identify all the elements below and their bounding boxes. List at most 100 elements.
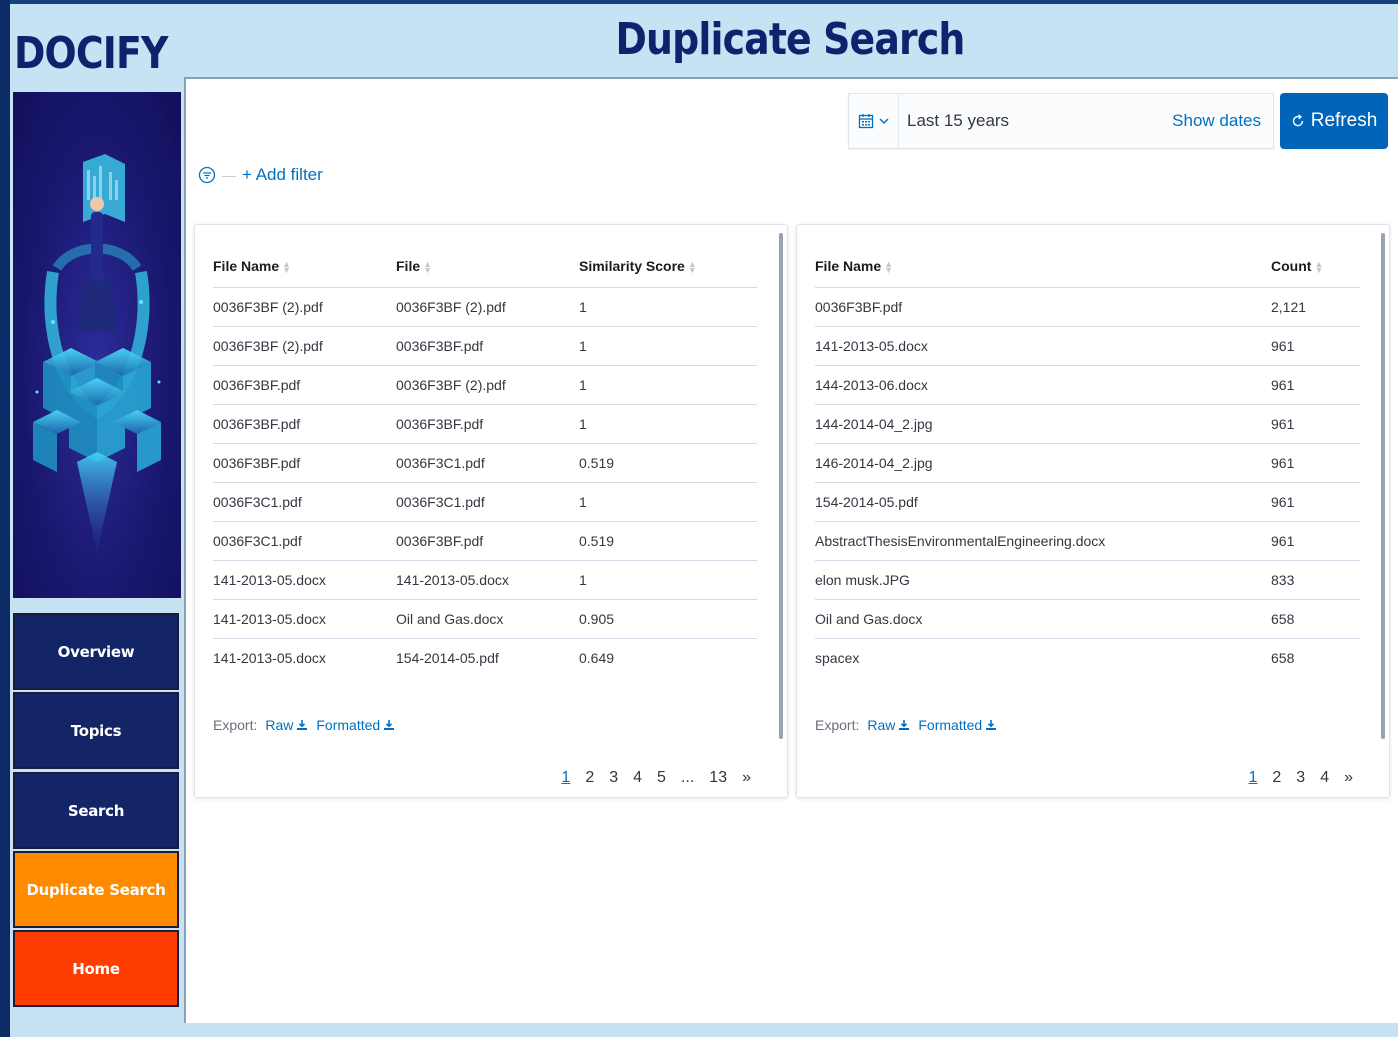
table-cell: 0.649 (579, 649, 615, 666)
table-row: 0036F3BF.pdf 0036F3BF (2).pdf 1 (213, 365, 757, 405)
table-row: 0036F3BF.pdf 2,121 (815, 287, 1360, 327)
pagination-page-1[interactable]: 1 (561, 769, 570, 787)
column-header-count[interactable]: Count ▲ ▼ (1271, 245, 1360, 288)
sort-icon: ▲ ▼ (1314, 259, 1324, 276)
table-cell: 144-2014-04_2.jpg (815, 404, 1271, 444)
page-title: Duplicate Search (615, 14, 966, 65)
table-row: Oil and Gas.docx 658 (815, 599, 1360, 639)
column-header-file[interactable]: File ▲ ▼ (396, 245, 579, 288)
scrollbar[interactable] (779, 233, 783, 739)
date-range-label[interactable]: Last 15 years (907, 111, 1172, 131)
count-table: File Name ▲ ▼ Count ▲ ▼ 0036F3BF.pdf 2,121 141… (815, 245, 1360, 677)
table-row: 141-2013-05.docx 141-2013-05.docx 1 (213, 560, 757, 600)
table-cell: AbstractThesisEnvironmentalEngineering.d… (815, 521, 1271, 561)
table-cell: 1 (579, 326, 757, 366)
sidebar-item-duplicate-search[interactable]: Duplicate Search (13, 851, 179, 928)
date-quick-menu-button[interactable] (849, 94, 899, 148)
export-bar: Export: Raw Formatted (815, 717, 997, 733)
table-cell: 0036F3BF (2).pdf (213, 326, 396, 366)
export-formatted-link[interactable]: Formatted (918, 717, 997, 733)
table-cell: 2,121 (1271, 287, 1360, 327)
chevron-down-icon (879, 118, 888, 124)
count-table-body: 0036F3BF.pdf 2,121 141-2013-05.docx 961 144-… (815, 287, 1360, 677)
refresh-button[interactable]: Refresh (1280, 93, 1388, 149)
export-label: Export: (815, 717, 860, 733)
table-cell: 0.905 (579, 599, 757, 639)
download-icon (384, 720, 395, 730)
sort-icon: ▲ ▼ (687, 259, 697, 276)
table-cell: 961 (1271, 404, 1360, 444)
table-row: elon musk.JPG 833 (815, 560, 1360, 600)
table-cell: 1 (579, 287, 757, 327)
table-cell: 658 (1271, 649, 1295, 666)
filter-menu-icon[interactable] (198, 166, 216, 184)
pagination-page-2[interactable]: 2 (585, 769, 594, 787)
table-cell: 0036F3C1.pdf (396, 482, 579, 522)
table-cell: 154-2014-05.pdf (396, 649, 499, 666)
table-row: spacex 658 (815, 638, 1360, 677)
table-cell: 1 (579, 482, 757, 522)
window-left-border (0, 0, 10, 1037)
table-cell: 0036F3BF.pdf (815, 287, 1271, 327)
pagination-page-4[interactable]: 4 (633, 769, 642, 787)
pagination-page-3[interactable]: 3 (1296, 769, 1305, 787)
table-header-row: File Name ▲ ▼ File ▲ ▼ Similarity Score ▲ ▼ (213, 245, 757, 288)
pagination-page-4[interactable]: 4 (1320, 769, 1329, 787)
sort-icon: ▲ ▼ (282, 259, 292, 276)
pagination-page-5[interactable]: 5 (657, 769, 666, 787)
pagination-page-3[interactable]: 3 (609, 769, 618, 787)
pagination-page-1[interactable]: 1 (1248, 769, 1257, 787)
add-filter-link[interactable]: + Add filter (242, 165, 323, 185)
hero-illustration (13, 92, 181, 598)
brand-logo-text: DOCIFY (14, 28, 168, 79)
table-cell: spacex (815, 649, 860, 666)
pagination-ellipsis: ... (680, 769, 695, 786)
table-row: 0036F3BF.pdf 0036F3BF.pdf 1 (213, 404, 757, 444)
isometric-server-illustration (33, 154, 161, 552)
table-row: 0036F3BF (2).pdf 0036F3BF.pdf 1 (213, 326, 757, 366)
table-cell: 0036F3BF.pdf (396, 521, 579, 561)
table-cell: 141-2013-05.docx (213, 560, 396, 600)
table-row: 141-2013-05.docx 961 (815, 326, 1360, 366)
export-formatted-link[interactable]: Formatted (316, 717, 395, 733)
sidebar-item-topics[interactable]: Topics (13, 692, 179, 769)
table-cell: 0036F3BF.pdf (396, 326, 579, 366)
table-cell: 0036F3BF.pdf (213, 365, 396, 405)
table-row: 0036F3BF.pdf 0036F3C1.pdf 0.519 (213, 443, 757, 483)
table-cell: Oil and Gas.docx (815, 599, 1271, 639)
table-cell: 961 (1271, 365, 1360, 405)
date-range-picker: Last 15 years Show dates (848, 93, 1274, 149)
download-icon (297, 720, 308, 730)
column-header-similarity-score[interactable]: Similarity Score ▲ ▼ (579, 245, 757, 288)
table-row: 0036F3BF (2).pdf 0036F3BF (2).pdf 1 (213, 287, 757, 327)
table-cell: 833 (1271, 560, 1360, 600)
show-dates-link[interactable]: Show dates (1172, 111, 1261, 131)
similarity-table-body: 0036F3BF (2).pdf 0036F3BF (2).pdf 1 0036F3B… (213, 287, 757, 677)
column-header-file-name[interactable]: File Name ▲ ▼ (815, 245, 1271, 288)
pagination-page-2[interactable]: 2 (1272, 769, 1281, 787)
pagination-next-button[interactable]: » (742, 769, 751, 787)
export-raw-link[interactable]: Raw (867, 717, 910, 733)
table-cell: 141-2013-05.docx (396, 560, 579, 600)
pagination-next-button[interactable]: » (1344, 769, 1353, 787)
download-icon (986, 720, 997, 730)
refresh-icon (1292, 114, 1303, 127)
sidebar-item-search[interactable]: Search (13, 772, 179, 849)
count-panel: File Name ▲ ▼ Count ▲ ▼ 0036F3BF.pdf 2,121 141… (796, 224, 1390, 798)
sidebar-item-overview[interactable]: Overview (13, 613, 179, 690)
table-cell: Oil and Gas.docx (396, 599, 579, 639)
table-row: 141-2013-05.docx 154-2014-05.pdf 0.649 (213, 638, 757, 677)
table-cell: 144-2013-06.docx (815, 365, 1271, 405)
sort-icon: ▲ ▼ (884, 259, 894, 276)
filter-separator: — (222, 167, 236, 183)
scrollbar[interactable] (1381, 233, 1385, 739)
column-header-file-name[interactable]: File Name ▲ ▼ (213, 245, 396, 288)
table-cell: 0036F3BF.pdf (213, 404, 396, 444)
similarity-table: File Name ▲ ▼ File ▲ ▼ Similarity Score ▲ ▼ 00… (213, 245, 757, 677)
table-cell: 1 (579, 560, 757, 600)
similarity-panel: File Name ▲ ▼ File ▲ ▼ Similarity Score ▲ ▼ 00… (194, 224, 788, 798)
export-raw-link[interactable]: Raw (265, 717, 308, 733)
pagination-page-13[interactable]: 13 (709, 769, 727, 787)
sidebar-item-home[interactable]: Home (13, 930, 179, 1007)
export-label: Export: (213, 717, 258, 733)
